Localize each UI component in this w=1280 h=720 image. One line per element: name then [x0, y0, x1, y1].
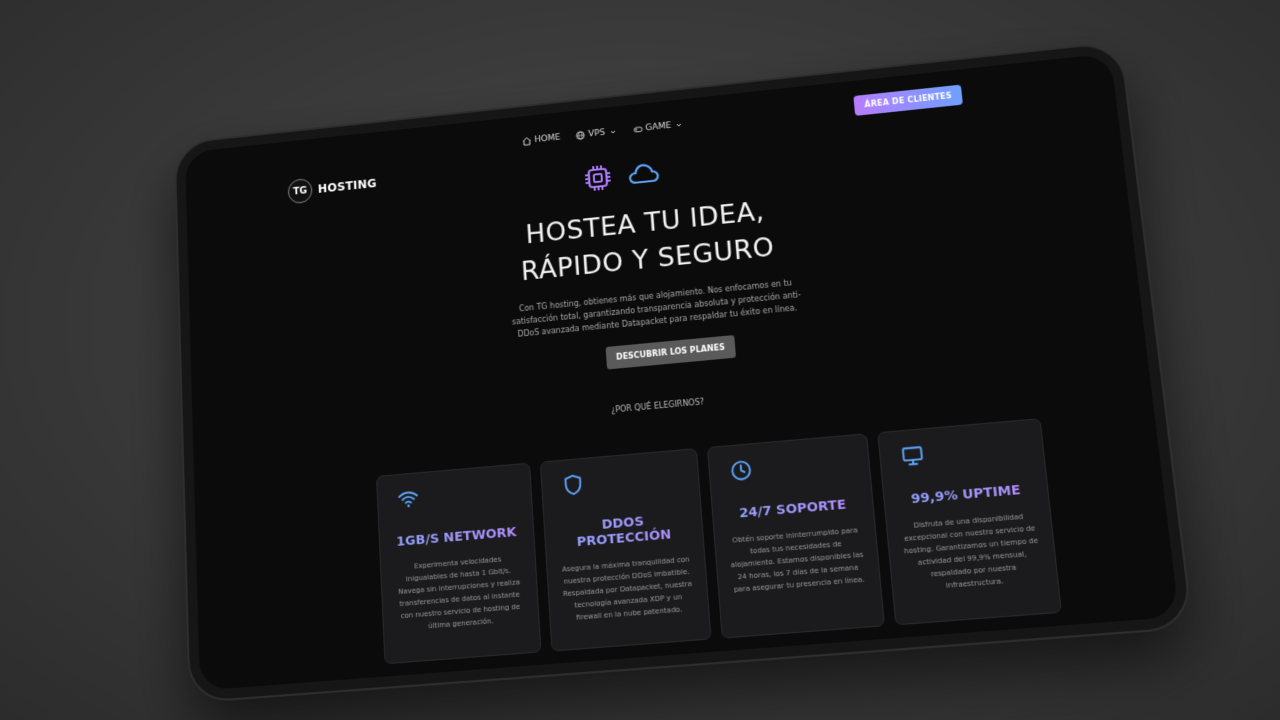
feature-card-ddos: DDOS PROTECCIÓN Asegura la máxima tranqu…	[539, 448, 712, 652]
feature-card-support: 24/7 SOPORTE Obtén soporte ininterrumpid…	[706, 433, 886, 639]
wifi-icon	[397, 487, 419, 508]
feature-description: Asegura la máxima tranquilidad con nuest…	[561, 555, 693, 622]
shield-icon	[561, 473, 584, 497]
discover-plans-button[interactable]: DESCUBRIR LOS PLANES	[605, 335, 736, 370]
feature-title: 24/7 SOPORTE	[725, 496, 861, 522]
feature-card-network: 1GB/S NETWORK Experimenta velocidades in…	[375, 462, 542, 665]
hero-icons	[581, 157, 661, 195]
feature-title: DDOS PROTECCIÓN	[556, 510, 690, 551]
feature-title: 1GB/S NETWORK	[391, 524, 521, 550]
nav-item-vps[interactable]: VPS	[576, 127, 618, 141]
clock-icon	[729, 458, 753, 482]
chevron-down-icon	[608, 127, 618, 137]
logo-text: HOSTING	[317, 176, 377, 196]
feature-title: 99,9% UPTIME	[896, 482, 1035, 509]
cpu-icon	[581, 161, 614, 194]
feature-description: Obtén soporte ininterrumpido para todas …	[730, 526, 865, 595]
features-section: 1GB/S NETWORK Experimenta velocidades in…	[375, 418, 1062, 665]
logo-mark: TG	[287, 177, 313, 205]
nav-item-home[interactable]: HOME	[522, 133, 561, 146]
feature-description: Disfruta de una disponibilidad excepcion…	[903, 512, 1039, 590]
nav-item-label: HOME	[534, 132, 561, 145]
monitor-icon	[900, 444, 925, 468]
globe-icon	[576, 130, 586, 140]
tablet-frame: TG HOSTING HOME VPS GAME ÁREA DE CLIENTE…	[175, 42, 1192, 702]
feature-card-uptime: 99,9% UPTIME Disfruta de una disponibili…	[877, 418, 1062, 626]
nav-item-label: VPS	[588, 128, 606, 140]
nav-item-game[interactable]: GAME	[633, 120, 685, 135]
website-screen: TG HOSTING HOME VPS GAME ÁREA DE CLIENTE…	[185, 53, 1179, 690]
feature-description: Experimenta velocidades inigualables de …	[398, 555, 521, 631]
home-icon	[522, 136, 532, 146]
gamepad-icon	[633, 124, 643, 134]
brand-logo[interactable]: TG HOSTING	[287, 171, 378, 205]
main-nav: HOME VPS GAME	[522, 120, 684, 146]
chevron-down-icon	[674, 120, 684, 130]
nav-item-label: GAME	[645, 121, 672, 134]
cloud-icon	[626, 159, 661, 187]
client-area-button[interactable]: ÁREA DE CLIENTES	[853, 84, 963, 116]
